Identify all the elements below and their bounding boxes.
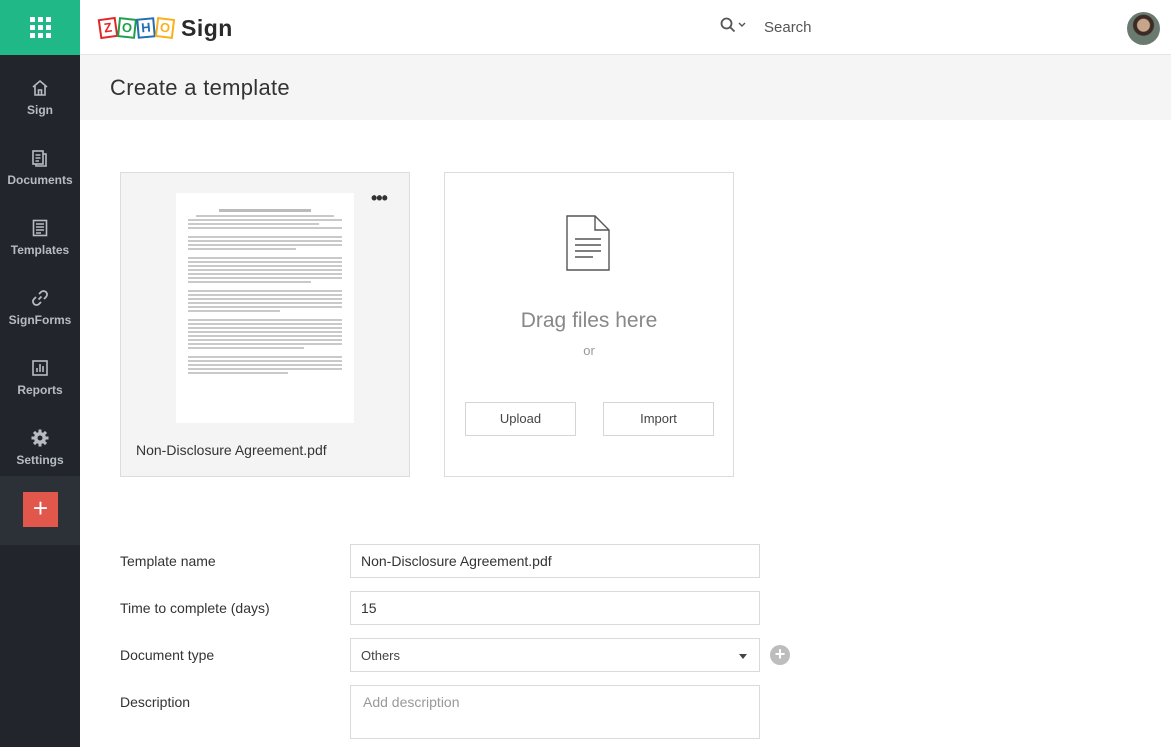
time-to-complete-field[interactable]	[350, 591, 760, 625]
document-file-name: Non-Disclosure Agreement.pdf	[136, 442, 327, 458]
gear-icon	[31, 429, 49, 446]
reports-icon	[32, 359, 48, 376]
import-button[interactable]: Import	[603, 402, 714, 436]
or-text: or	[583, 343, 595, 358]
templates-icon	[32, 219, 48, 236]
caret-down-icon	[739, 654, 747, 659]
top-bar: Z O H O Sign	[80, 0, 1171, 55]
template-name-label: Template name	[120, 553, 216, 569]
file-icon	[566, 215, 610, 271]
nav-label-reports: Reports	[17, 382, 63, 397]
description-field[interactable]	[350, 685, 760, 739]
time-to-complete-label: Time to complete (days)	[120, 600, 270, 616]
nav-label-settings: Settings	[16, 452, 64, 467]
zoho-sign-logo[interactable]: Z O H O Sign	[97, 14, 233, 42]
link-icon	[32, 289, 48, 306]
nav-item-templates[interactable]: Templates	[0, 202, 80, 272]
logo-letter: Z	[97, 16, 119, 40]
document-type-select[interactable]: Others	[350, 638, 760, 672]
drag-files-text: Drag files here	[520, 309, 658, 332]
logo-letter: O	[154, 16, 176, 40]
description-label: Description	[120, 694, 191, 710]
document-type-value: Others	[361, 648, 401, 663]
nav-label-templates: Templates	[10, 242, 70, 257]
home-icon	[32, 79, 48, 96]
logo-letter: H	[136, 17, 156, 39]
search-options-button[interactable]	[720, 17, 746, 33]
document-type-label: Document type	[120, 647, 215, 663]
nav-add-area: +	[0, 476, 80, 545]
search-input[interactable]	[764, 17, 964, 37]
add-button[interactable]: +	[23, 492, 58, 527]
upload-button[interactable]: Upload	[465, 402, 576, 436]
chevron-down-icon	[738, 22, 746, 27]
nav-item-reports[interactable]: Reports	[0, 342, 80, 412]
left-nav: Sign Documents Templates SignForms Repor…	[0, 0, 80, 747]
avatar[interactable]	[1127, 12, 1160, 45]
nav-label-documents: Documents	[7, 172, 73, 187]
nav-item-settings[interactable]: Settings	[0, 412, 80, 482]
search-icon	[720, 17, 736, 33]
page-title: Create a template	[110, 75, 290, 100]
nav-label-sign: Sign	[27, 102, 53, 117]
apps-grid-icon	[29, 17, 51, 38]
documents-icon	[32, 149, 47, 167]
document-card-footer: Non-Disclosure Agreement.pdf	[121, 426, 409, 476]
document-card[interactable]: ••• Non-Disclosure Agreement.pdf	[120, 172, 410, 477]
product-name: Sign	[181, 14, 233, 41]
nav-item-signforms[interactable]: SignForms	[0, 272, 80, 342]
upload-dropzone[interactable]: Drag files here or Upload Import	[444, 172, 734, 477]
page-header: Create a template	[80, 55, 1171, 120]
template-name-field[interactable]	[350, 544, 760, 578]
more-options-icon[interactable]: •••	[371, 188, 388, 209]
nav-item-sign[interactable]: Sign	[0, 62, 80, 132]
apps-grid-button[interactable]	[0, 0, 80, 55]
document-thumbnail[interactable]	[176, 193, 354, 423]
add-document-type-button[interactable]: +	[770, 645, 790, 665]
nav-item-documents[interactable]: Documents	[0, 132, 80, 202]
logo-letter: O	[117, 17, 137, 39]
nav-label-signforms: SignForms	[8, 312, 72, 327]
